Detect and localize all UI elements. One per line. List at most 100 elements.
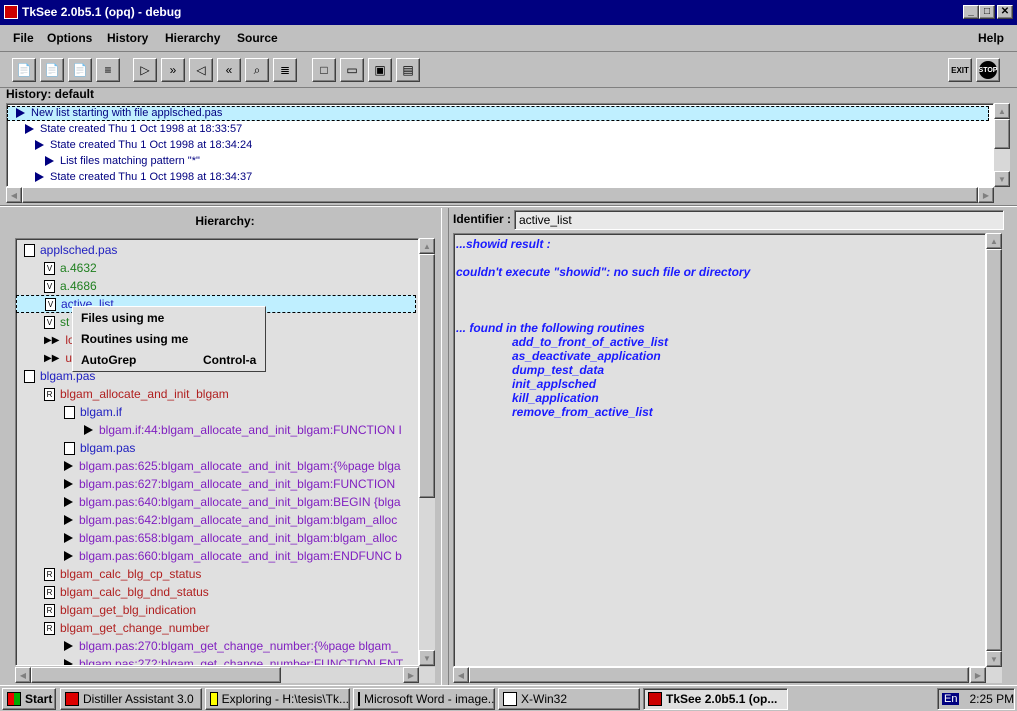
routine-entry[interactable]: init_applsched bbox=[512, 377, 596, 391]
stop-button[interactable]: STOP bbox=[976, 58, 1000, 82]
result-pane[interactable]: ...showid result : couldn't execute "sho… bbox=[453, 233, 986, 667]
forward-icon[interactable]: ▷ bbox=[133, 58, 157, 82]
tree-node[interactable]: blgam.if bbox=[64, 403, 122, 421]
task-exploring[interactable]: Exploring - H:\tesis\Tk... bbox=[205, 688, 350, 710]
tree-node[interactable]: Rblgam_allocate_and_init_blgam bbox=[44, 385, 229, 403]
scroll-up-icon[interactable]: ▲ bbox=[986, 233, 1002, 249]
scroll-thumb[interactable] bbox=[419, 254, 435, 498]
start-button[interactable]: Start bbox=[2, 688, 56, 710]
menu-item-routines-using-me[interactable]: Routines using me bbox=[81, 332, 188, 346]
tree-node[interactable]: ▶▶ lo bbox=[44, 331, 75, 349]
tree-node[interactable]: blgam.pas:642:blgam_allocate_and_init_bl… bbox=[64, 511, 397, 529]
menu-hierarchy[interactable]: Hierarchy bbox=[165, 31, 220, 45]
tree-node[interactable]: Va.4686 bbox=[44, 277, 97, 295]
tree-node[interactable]: blgam.pas:272:blgam_get_change_number:FU… bbox=[64, 655, 403, 665]
tree-node[interactable]: blgam.pas:270:blgam_get_change_number:{%… bbox=[64, 637, 398, 655]
history-hscroll[interactable]: ◀ ▶ bbox=[6, 187, 994, 203]
menu-options[interactable]: Options bbox=[47, 31, 92, 45]
scroll-up-icon[interactable]: ▲ bbox=[419, 238, 435, 254]
identifier-field[interactable]: active_list bbox=[514, 210, 1004, 230]
filter-icon[interactable]: ≡ bbox=[96, 58, 120, 82]
history-item[interactable]: State created Thu 1 Oct 1998 at 18:34:24 bbox=[35, 139, 252, 151]
task-xwin32[interactable]: X-Win32 bbox=[498, 688, 640, 710]
tree-node[interactable]: Va.4632 bbox=[44, 259, 97, 277]
tree-node[interactable]: blgam.pas:658:blgam_allocate_and_init_bl… bbox=[64, 529, 397, 547]
exit-button[interactable]: EXIT bbox=[948, 58, 972, 82]
maximize-button[interactable]: □ bbox=[979, 5, 995, 19]
open-routine-icon[interactable]: 📄 bbox=[40, 58, 64, 82]
scroll-up-icon[interactable]: ▲ bbox=[994, 103, 1010, 119]
scroll-down-icon[interactable]: ▼ bbox=[986, 651, 1002, 667]
vertical-splitter[interactable] bbox=[441, 208, 449, 686]
result-vscroll[interactable]: ▲ ▼ bbox=[986, 233, 1002, 667]
back-icon[interactable]: ◁ bbox=[189, 58, 213, 82]
history-list[interactable]: New list starting with file applsched.pa… bbox=[6, 103, 994, 187]
tree-node[interactable]: blgam.pas:640:blgam_allocate_and_init_bl… bbox=[64, 493, 401, 511]
binoculars-icon[interactable]: ⌕ bbox=[245, 58, 269, 82]
routine-entry[interactable]: dump_test_data bbox=[512, 363, 604, 377]
tree-node[interactable]: blgam.pas:660:blgam_allocate_and_init_bl… bbox=[64, 547, 402, 565]
back-fast-icon[interactable]: « bbox=[217, 58, 241, 82]
history-item[interactable]: State created Thu 1 Oct 1998 at 18:33:57 bbox=[25, 123, 242, 135]
state-icon bbox=[45, 156, 54, 167]
close-button[interactable]: ✕ bbox=[997, 5, 1013, 19]
scroll-right-icon[interactable]: ▶ bbox=[403, 667, 419, 683]
tree-node[interactable]: applsched.pas bbox=[24, 241, 117, 259]
result-hscroll[interactable]: ◀ ▶ bbox=[453, 667, 1002, 683]
notes-icon[interactable]: ▤ bbox=[396, 58, 420, 82]
tree-node[interactable]: blgam.pas bbox=[64, 439, 135, 457]
menu-help[interactable]: Help bbox=[978, 31, 1004, 45]
scroll-thumb[interactable] bbox=[986, 249, 1002, 651]
save-icon[interactable]: ▣ bbox=[368, 58, 392, 82]
new-icon[interactable]: □ bbox=[312, 58, 336, 82]
tree-node[interactable]: Vst bbox=[44, 313, 69, 331]
scroll-down-icon[interactable]: ▼ bbox=[994, 171, 1010, 187]
tree-node[interactable]: Rblgam_get_blg_indication bbox=[44, 601, 196, 619]
tree-node[interactable]: blgam.pas:627:blgam_allocate_and_init_bl… bbox=[64, 475, 395, 493]
tree-node[interactable]: Rblgam_calc_blg_dnd_status bbox=[44, 583, 209, 601]
routine-entry[interactable]: as_deactivate_application bbox=[512, 349, 661, 363]
scroll-thumb[interactable] bbox=[994, 119, 1010, 149]
pane-divider[interactable] bbox=[0, 205, 1017, 207]
history-item[interactable]: List files matching pattern "*" bbox=[45, 155, 200, 167]
hierarchy-hscroll[interactable]: ◀ ▶ bbox=[15, 667, 435, 683]
routine-entry[interactable]: add_to_front_of_active_list bbox=[512, 335, 668, 349]
tree-node[interactable]: blgam.pas:625:blgam_allocate_and_init_bl… bbox=[64, 457, 401, 475]
scroll-left-icon[interactable]: ◀ bbox=[15, 667, 31, 683]
menu-item-files-using-me[interactable]: Files using me bbox=[81, 311, 164, 325]
routine-entry[interactable]: kill_application bbox=[512, 391, 599, 405]
open-file-icon[interactable]: 📄 bbox=[12, 58, 36, 82]
routine-entry[interactable]: remove_from_active_list bbox=[512, 405, 653, 419]
scroll-right-icon[interactable]: ▶ bbox=[970, 667, 986, 683]
scroll-down-icon[interactable]: ▼ bbox=[419, 650, 435, 666]
hierarchy-vscroll[interactable]: ▲ ▼ bbox=[419, 238, 435, 666]
app-icon[interactable] bbox=[4, 5, 18, 19]
menu-source[interactable]: Source bbox=[237, 31, 278, 45]
tree-node[interactable]: ▶▶ u bbox=[44, 349, 72, 367]
open-variable-icon[interactable]: 📄 bbox=[68, 58, 92, 82]
grep-icon[interactable]: ≣ bbox=[273, 58, 297, 82]
menu-history[interactable]: History bbox=[107, 31, 148, 45]
minimize-button[interactable]: _ bbox=[963, 5, 979, 19]
scroll-thumb[interactable] bbox=[469, 667, 969, 683]
scroll-thumb[interactable] bbox=[31, 667, 281, 683]
tree-node[interactable]: blgam.if:44:blgam_allocate_and_init_blga… bbox=[84, 421, 402, 439]
scroll-thumb[interactable] bbox=[22, 187, 978, 203]
task-distiller[interactable]: Distiller Assistant 3.0 bbox=[60, 688, 202, 710]
forward-fast-icon[interactable]: » bbox=[161, 58, 185, 82]
history-vscroll[interactable]: ▲ ▼ bbox=[994, 103, 1010, 187]
scroll-left-icon[interactable]: ◀ bbox=[453, 667, 469, 683]
task-tksee[interactable]: TkSee 2.0b5.1 (op... bbox=[643, 688, 788, 710]
scroll-right-icon[interactable]: ▶ bbox=[978, 187, 994, 203]
scroll-left-icon[interactable]: ◀ bbox=[6, 187, 22, 203]
task-word[interactable]: Microsoft Word - image... bbox=[353, 688, 495, 710]
tree-node[interactable]: Rblgam_calc_blg_cp_status bbox=[44, 565, 201, 583]
menu-file[interactable]: File bbox=[13, 31, 34, 45]
menu-item-autogrep[interactable]: AutoGrep bbox=[81, 353, 136, 367]
tree-node[interactable]: Rblgam_get_change_number bbox=[44, 619, 209, 637]
open-folder-icon[interactable]: ▭ bbox=[340, 58, 364, 82]
language-indicator[interactable]: En bbox=[942, 693, 960, 705]
hierarchy-tree[interactable]: applsched.pas Va.4632 Va.4686 Vactive_list V… bbox=[15, 238, 419, 666]
history-item[interactable]: New list starting with file applsched.pa… bbox=[7, 106, 989, 121]
history-item[interactable]: State created Thu 1 Oct 1998 at 18:34:37 bbox=[35, 171, 252, 183]
